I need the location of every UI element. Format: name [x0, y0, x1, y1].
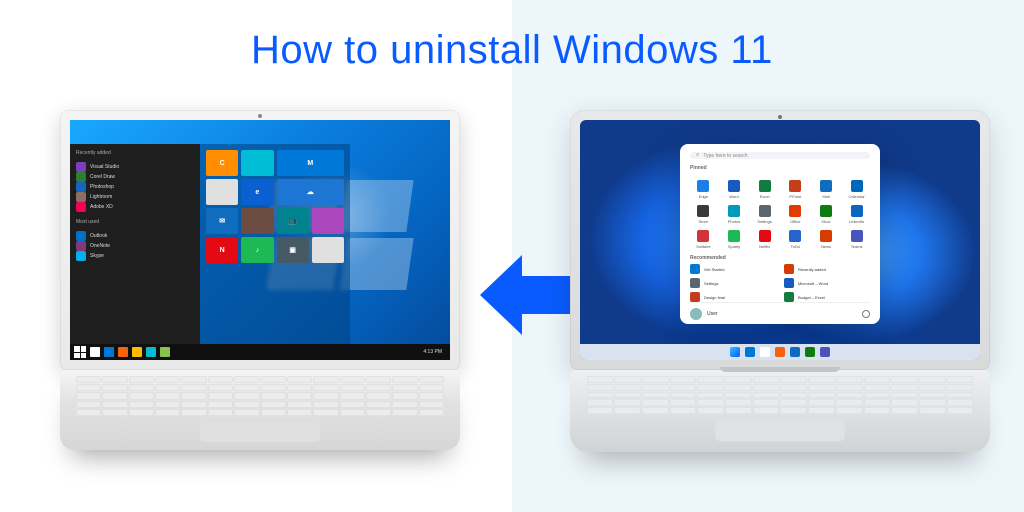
recommended-item[interactable]: Design final [690, 292, 776, 302]
hinge [720, 367, 840, 372]
pinned-apps-grid: EdgeWordExcelPPointMailCalendar StorePhot… [690, 180, 870, 249]
recommended-item[interactable]: Budget – Excel [784, 292, 870, 302]
live-tile[interactable] [241, 208, 273, 234]
pinned-app[interactable]: Photos [721, 205, 748, 224]
page-title: How to uninstall Windows 11 [0, 28, 1024, 73]
start-app-row[interactable]: Corel Draw [76, 172, 196, 182]
taskbar-app-icon[interactable] [146, 347, 156, 357]
windows11-keyboard [587, 376, 973, 414]
start-app-row[interactable]: Visual Studio [76, 162, 196, 172]
recommended-item[interactable]: Microsoft – Word [784, 278, 870, 288]
taskbar-app-icon[interactable] [805, 347, 815, 357]
start-button-icon[interactable] [74, 346, 86, 358]
pinned-app[interactable]: PPoint [782, 180, 809, 199]
pinned-section-label: Pinned [690, 165, 870, 171]
start-app-row[interactable]: Skype [76, 251, 196, 261]
live-tile[interactable]: ☁ [277, 179, 345, 205]
windows10-keyboard-base [60, 370, 460, 450]
start-tile-grid: C Me☁ ✉ 📺 N♪▣ [200, 144, 350, 344]
start-app-row[interactable]: Outlook [76, 231, 196, 241]
start-app-row[interactable]: Lightroom [76, 192, 196, 202]
windows10-keyboard [76, 376, 444, 416]
taskbar-app-icon[interactable] [760, 347, 770, 357]
live-tile[interactable] [312, 237, 344, 263]
pinned-app[interactable]: Calendar [843, 180, 870, 199]
start-recent-column: Recently added Visual StudioCorel DrawPh… [70, 144, 200, 344]
recommended-list: Get Started Recently added Settings Microso… [690, 264, 870, 302]
recommended-section-label: Recommended [690, 255, 870, 261]
taskbar-app-icon[interactable] [820, 347, 830, 357]
live-tile[interactable]: ▣ [277, 237, 309, 263]
taskbar-app-icon[interactable] [160, 347, 170, 357]
pinned-app[interactable]: Excel [751, 180, 778, 199]
taskbar-app-icon[interactable] [90, 347, 100, 357]
pinned-app[interactable]: Solitaire [690, 230, 717, 249]
avatar[interactable] [690, 308, 702, 320]
taskbar-app-icon[interactable] [132, 347, 142, 357]
power-icon[interactable] [862, 310, 870, 318]
windows10-taskbar: 4:13 PM [70, 344, 450, 360]
pinned-app[interactable]: ToDo [782, 230, 809, 249]
pinned-app[interactable]: Edge [690, 180, 717, 199]
search-input[interactable]: ⌕ Type here to search [690, 152, 870, 159]
windows11-laptop: ⌕ Type here to search Pinned EdgeWordExc… [570, 110, 990, 452]
start-app-row[interactable]: Photoshop [76, 182, 196, 192]
live-tile[interactable] [206, 179, 238, 205]
taskbar-app-icon[interactable] [118, 347, 128, 357]
recent-header: Recently added [76, 150, 196, 156]
windows11-screen: ⌕ Type here to search Pinned EdgeWordExc… [580, 120, 980, 360]
live-tile[interactable]: N [206, 237, 238, 263]
windows10-start-menu: Recently added Visual StudioCorel DrawPh… [70, 144, 350, 344]
taskbar-app-icon[interactable] [790, 347, 800, 357]
live-tile[interactable] [241, 150, 273, 176]
pinned-app[interactable]: Spotify [721, 230, 748, 249]
start-button-icon[interactable] [730, 347, 740, 357]
taskbar-clock: 4:13 PM [423, 349, 442, 355]
start-app-row[interactable]: Adobe XD [76, 202, 196, 212]
pinned-app[interactable]: Xbox [813, 205, 840, 224]
windows11-lid: ⌕ Type here to search Pinned EdgeWordExc… [570, 110, 990, 370]
search-placeholder: Type here to search [703, 153, 747, 159]
recommended-item[interactable]: Recently added [784, 264, 870, 274]
start-app-row[interactable]: OneNote [76, 241, 196, 251]
live-tile[interactable]: ✉ [206, 208, 238, 234]
live-tile[interactable] [312, 208, 344, 234]
pinned-app[interactable]: Settings [751, 205, 778, 224]
pinned-app[interactable]: Office [782, 205, 809, 224]
windows11-taskbar [580, 344, 980, 360]
pinned-app[interactable]: Teams [843, 230, 870, 249]
windows11-trackpad [715, 419, 845, 441]
start-user-row: User [690, 302, 870, 320]
taskbar-app-icon[interactable] [104, 347, 114, 357]
live-tile[interactable]: e [241, 179, 273, 205]
windows10-trackpad [200, 422, 320, 442]
pinned-app[interactable]: Mail [813, 180, 840, 199]
live-tile[interactable]: ♪ [241, 237, 273, 263]
pinned-app[interactable]: Netflix [751, 230, 778, 249]
live-tile[interactable]: C [206, 150, 238, 176]
windows11-start-menu: ⌕ Type here to search Pinned EdgeWordExc… [680, 144, 880, 324]
windows10-screen: Recently added Visual StudioCorel DrawPh… [70, 120, 450, 360]
pinned-app[interactable]: Store [690, 205, 717, 224]
windows10-lid: Recently added Visual StudioCorel DrawPh… [60, 110, 460, 370]
pinned-app[interactable]: LinkedIn [843, 205, 870, 224]
live-tile[interactable]: M [277, 150, 345, 176]
windows10-laptop: Recently added Visual StudioCorel DrawPh… [60, 110, 460, 450]
taskbar-app-icon[interactable] [775, 347, 785, 357]
taskbar-app-icon[interactable] [745, 347, 755, 357]
search-icon: ⌕ [696, 152, 699, 159]
left-arrow-icon [480, 250, 580, 340]
pinned-app[interactable]: Word [721, 180, 748, 199]
recommended-item[interactable]: Settings [690, 278, 776, 288]
user-name: User [707, 311, 718, 317]
recommended-item[interactable]: Get Started [690, 264, 776, 274]
live-tile[interactable]: 📺 [277, 208, 309, 234]
most-used-header: Most used [76, 219, 196, 225]
windows11-keyboard-base [570, 370, 990, 452]
pinned-app[interactable]: News [813, 230, 840, 249]
